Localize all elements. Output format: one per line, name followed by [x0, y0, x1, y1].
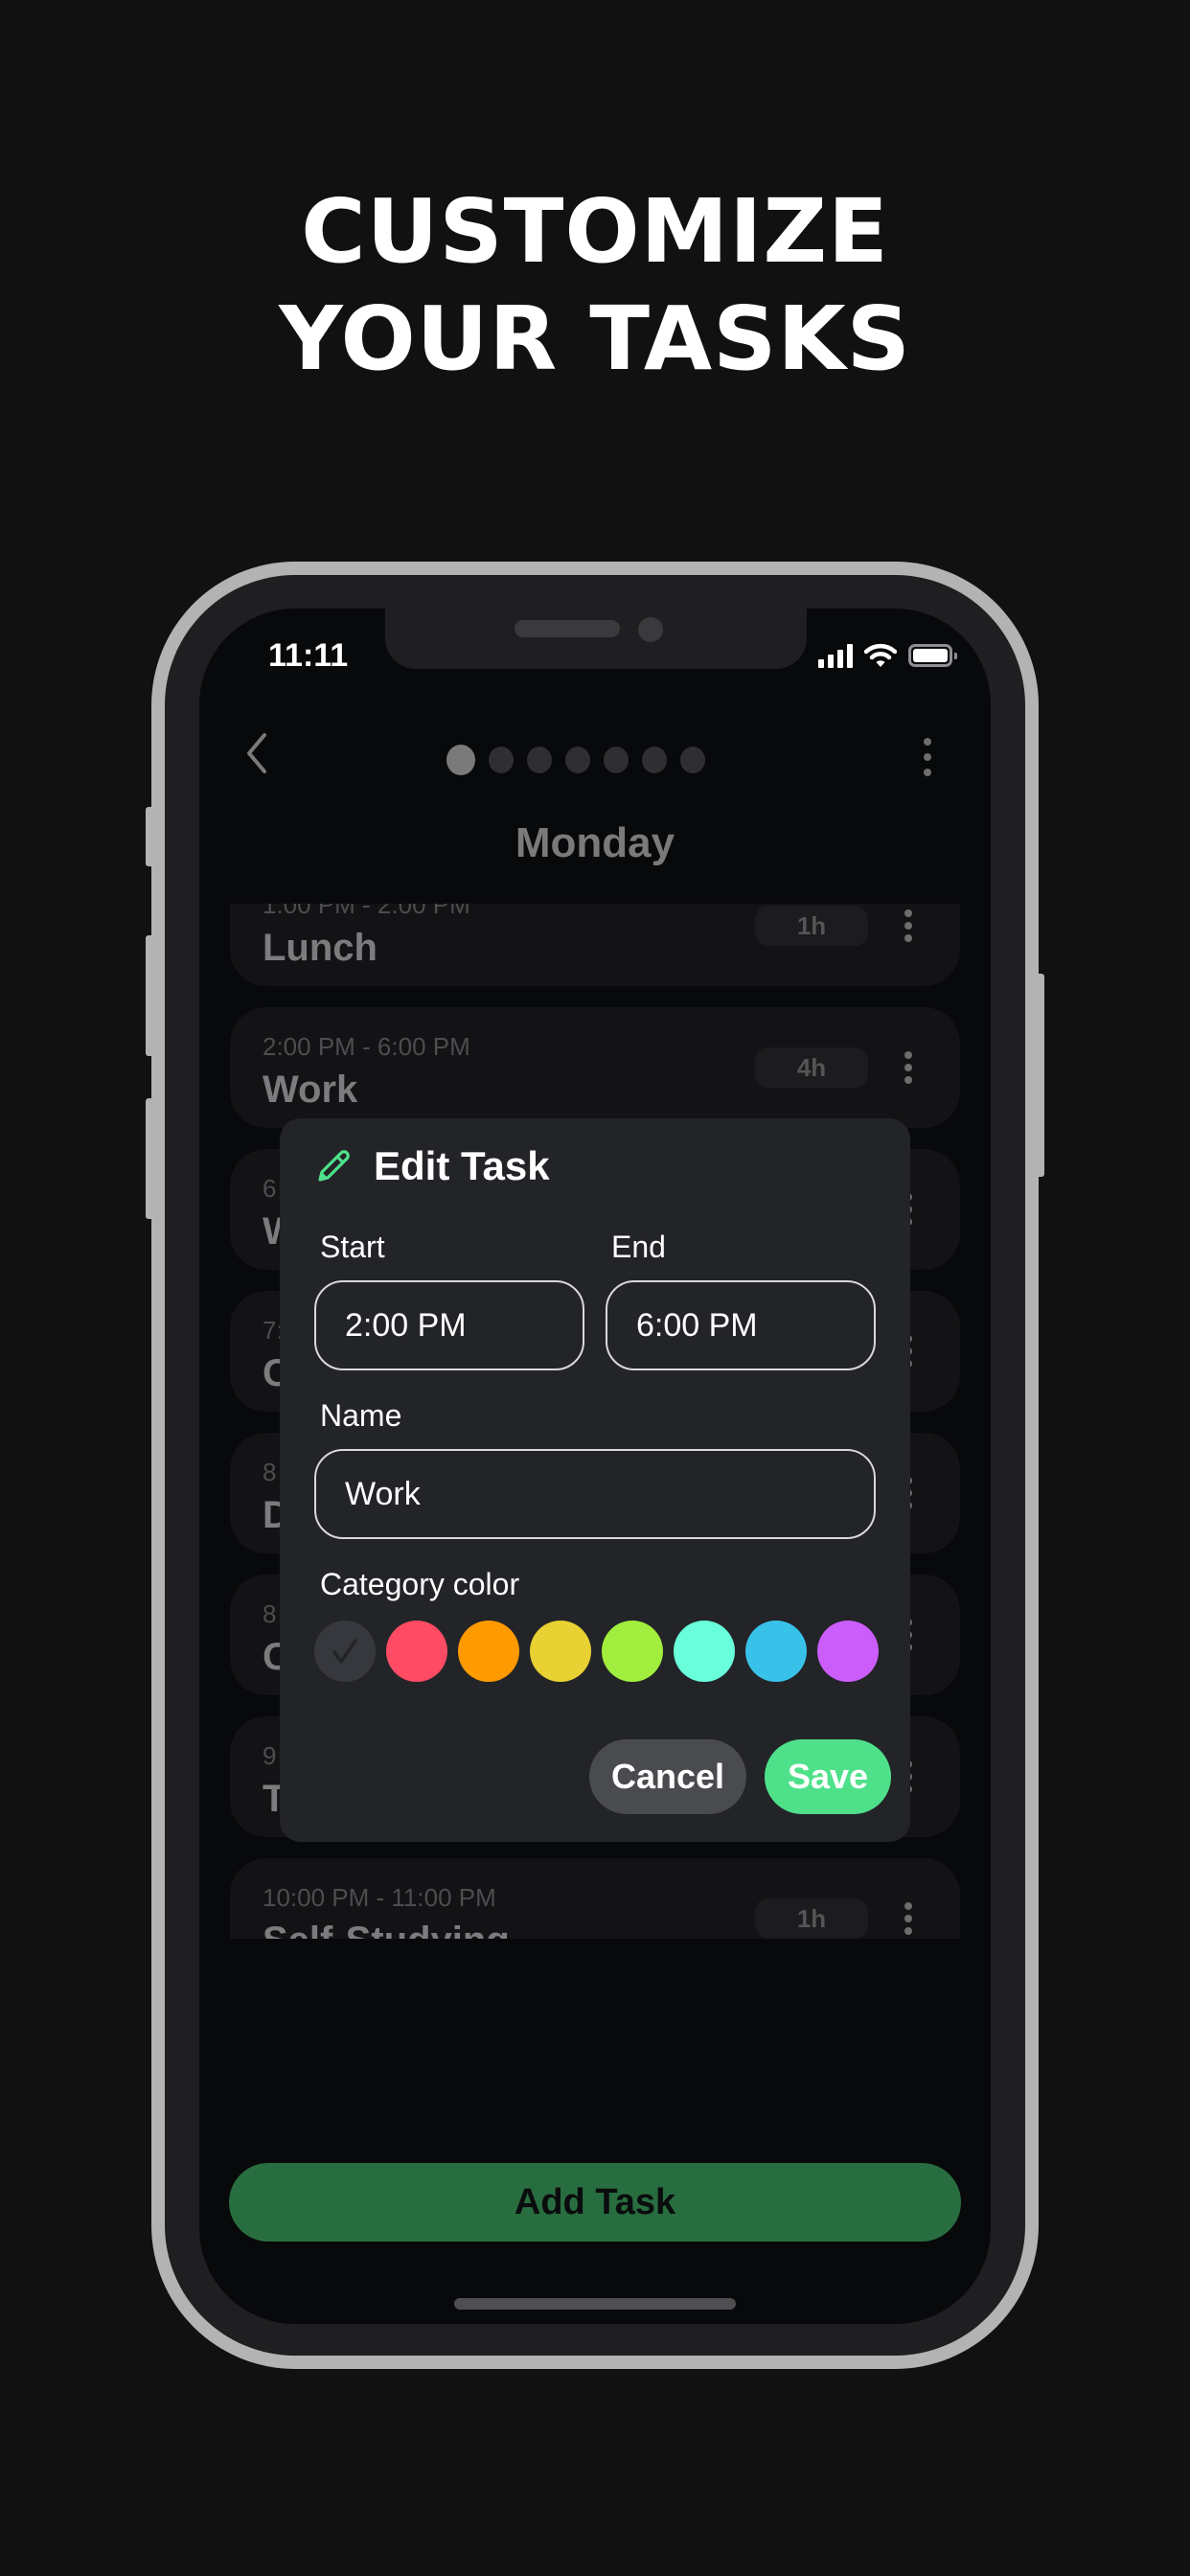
- pager-dot[interactable]: [680, 747, 705, 773]
- notch: [385, 609, 807, 669]
- home-indicator: [454, 2298, 736, 2310]
- headline-line-1: CUSTOMIZE: [301, 180, 889, 283]
- task-more-icon[interactable]: [901, 909, 916, 942]
- task-card[interactable]: 10:00 PM - 11:00 PM Self-Studying 1h: [230, 1858, 960, 1939]
- edit-task-modal: Edit Task Start End Name Category color …: [280, 1118, 910, 1842]
- cancel-button[interactable]: Cancel: [589, 1739, 746, 1814]
- back-chevron-icon[interactable]: [238, 729, 276, 777]
- color-swatch-yellow[interactable]: [530, 1621, 591, 1682]
- color-swatch-lime[interactable]: [602, 1621, 663, 1682]
- duration-badge: 1h: [755, 906, 868, 946]
- color-swatch-aqua[interactable]: [674, 1621, 735, 1682]
- task-time: 6: [263, 1174, 277, 1203]
- task-name: Work: [263, 1069, 358, 1111]
- task-time: 8: [263, 1599, 277, 1628]
- status-time: 11:11: [268, 637, 349, 674]
- pager-dot[interactable]: [489, 747, 514, 773]
- add-task-button[interactable]: Add Task: [229, 2163, 961, 2242]
- name-label: Name: [320, 1398, 402, 1433]
- modal-title: Edit Task: [374, 1143, 550, 1188]
- task-name-field[interactable]: [314, 1449, 876, 1539]
- color-swatch-red[interactable]: [386, 1621, 447, 1682]
- duration-badge: 1h: [755, 1898, 868, 1939]
- task-name: Self-Studying: [263, 1920, 510, 1939]
- modal-header: Edit Task: [314, 1143, 550, 1189]
- wifi-icon: [864, 643, 897, 667]
- pager-dot[interactable]: [446, 745, 475, 775]
- save-button[interactable]: Save: [765, 1739, 891, 1814]
- task-more-icon[interactable]: [901, 1051, 916, 1084]
- more-vertical-icon[interactable]: [918, 738, 937, 776]
- signal-icon: [818, 643, 853, 668]
- pager-dot[interactable]: [565, 747, 590, 773]
- pager-dot[interactable]: [527, 747, 552, 773]
- task-more-icon[interactable]: [901, 1902, 916, 1935]
- end-label: End: [611, 1230, 666, 1264]
- color-swatch-purple[interactable]: [817, 1621, 879, 1682]
- task-time: 1:00 PM - 2:00 PM: [263, 904, 470, 919]
- start-time-field[interactable]: [314, 1280, 584, 1370]
- color-swatches: [314, 1621, 879, 1682]
- checkmark-icon: [332, 1639, 357, 1664]
- duration-badge: 4h: [755, 1047, 868, 1088]
- task-card[interactable]: 2:00 PM - 6:00 PM Work 4h: [230, 1007, 960, 1128]
- status-icons: [818, 643, 957, 668]
- start-label: Start: [320, 1230, 385, 1264]
- color-swatch-blue[interactable]: [745, 1621, 807, 1682]
- category-color-label: Category color: [320, 1567, 520, 1601]
- task-name: Lunch: [263, 927, 378, 969]
- color-swatch-orange[interactable]: [458, 1621, 519, 1682]
- speaker-grille: [515, 620, 620, 637]
- end-time-field[interactable]: [606, 1280, 876, 1370]
- headline-line-2: YOUR TASKS: [279, 288, 911, 390]
- pager-dot[interactable]: [604, 747, 629, 773]
- day-pager[interactable]: [446, 745, 705, 775]
- front-camera: [638, 617, 663, 642]
- pencil-icon: [318, 1150, 350, 1182]
- task-time: 9: [263, 1741, 277, 1770]
- color-swatch-default[interactable]: [314, 1621, 376, 1682]
- day-title: Monday: [515, 819, 675, 866]
- task-time: 8: [263, 1458, 277, 1486]
- task-time: 2:00 PM - 6:00 PM: [263, 1032, 470, 1061]
- pager-dot[interactable]: [642, 747, 667, 773]
- battery-icon: [908, 644, 957, 667]
- task-time: 10:00 PM - 11:00 PM: [263, 1883, 496, 1912]
- task-card[interactable]: 1:00 PM - 2:00 PM Lunch 1h: [230, 904, 960, 986]
- headline: CUSTOMIZE YOUR TASKS: [0, 178, 1190, 393]
